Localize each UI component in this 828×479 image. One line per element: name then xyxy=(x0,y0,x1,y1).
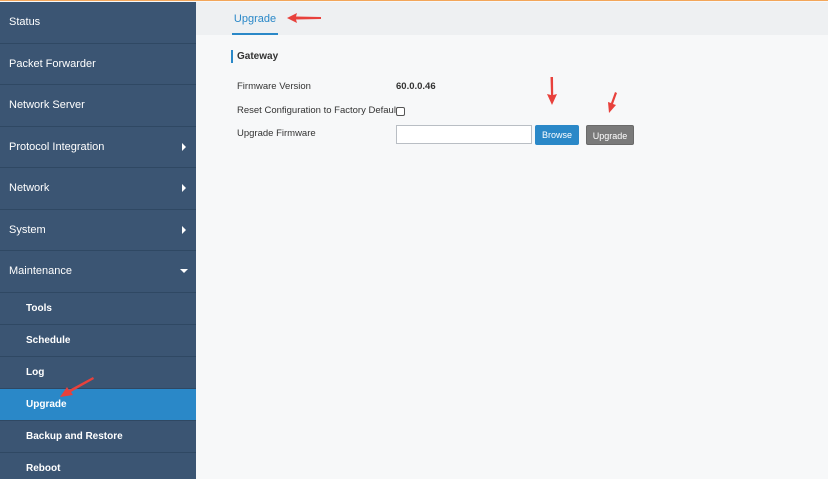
upgrade-button[interactable]: Upgrade xyxy=(586,125,634,145)
reset-config-label: Reset Configuration to Factory Default xyxy=(237,105,399,116)
sidebar-item-maintenance[interactable]: Maintenance xyxy=(0,251,196,293)
firmware-file-input[interactable] xyxy=(396,125,532,144)
sidebar-subitem-log[interactable]: Log xyxy=(0,357,196,389)
sidebar-subitem-tools[interactable]: Tools xyxy=(0,293,196,325)
sidebar-item-label: Status xyxy=(9,16,41,28)
sidebar-subitem-label: Schedule xyxy=(26,334,71,346)
tab-upgrade[interactable]: Upgrade xyxy=(232,2,278,35)
sidebar-subitem-reboot[interactable]: Reboot xyxy=(0,453,196,479)
reset-config-checkbox[interactable] xyxy=(396,107,405,116)
sidebar-subitem-upgrade[interactable]: Upgrade xyxy=(0,388,196,421)
sidebar-item-system[interactable]: System xyxy=(0,210,196,251)
sidebar-item-label: Protocol Integration xyxy=(9,140,105,153)
sidebar-subitem-label: Log xyxy=(26,366,45,378)
sidebar-item-label: Network Server xyxy=(9,99,85,111)
sidebar: Status Packet Forwarder Network Server P… xyxy=(0,2,196,479)
chevron-down-icon xyxy=(180,269,188,274)
sidebar-subitem-schedule[interactable]: Schedule xyxy=(0,325,196,357)
sidebar-subitem-label: Tools xyxy=(26,302,52,314)
sidebar-item-status[interactable]: Status xyxy=(0,2,196,44)
chevron-right-icon xyxy=(182,184,186,193)
firmware-version-label: Firmware Version xyxy=(237,81,311,92)
sidebar-item-label: Network xyxy=(9,182,50,194)
firmware-version-value: 60.0.0.46 xyxy=(396,81,436,92)
annotation-arrow-icon xyxy=(547,77,557,105)
sidebar-item-label: Packet Forwarder xyxy=(9,57,96,70)
sidebar-item-label: System xyxy=(9,223,46,236)
sidebar-item-protocol-integration[interactable]: Protocol Integration xyxy=(0,127,196,168)
browse-button[interactable]: Browse xyxy=(535,125,579,145)
annotation-arrow-icon xyxy=(60,377,94,397)
sidebar-subitem-label: Reboot xyxy=(26,462,61,474)
chevron-right-icon xyxy=(182,225,186,234)
upgrade-firmware-label: Upgrade Firmware xyxy=(237,128,316,139)
chevron-right-icon xyxy=(182,142,186,151)
annotation-arrow-icon xyxy=(608,92,617,113)
sidebar-item-packet-forwarder[interactable]: Packet Forwarder xyxy=(0,44,196,85)
annotation-arrow-icon xyxy=(287,13,321,23)
sidebar-subitem-backup-and-restore[interactable]: Backup and Restore xyxy=(0,421,196,453)
section-title: Gateway xyxy=(231,50,278,63)
sidebar-subitem-label: Backup and Restore xyxy=(26,430,123,442)
sidebar-item-network[interactable]: Network xyxy=(0,168,196,210)
sidebar-item-network-server[interactable]: Network Server xyxy=(0,85,196,127)
sidebar-item-label: Maintenance xyxy=(9,265,72,277)
